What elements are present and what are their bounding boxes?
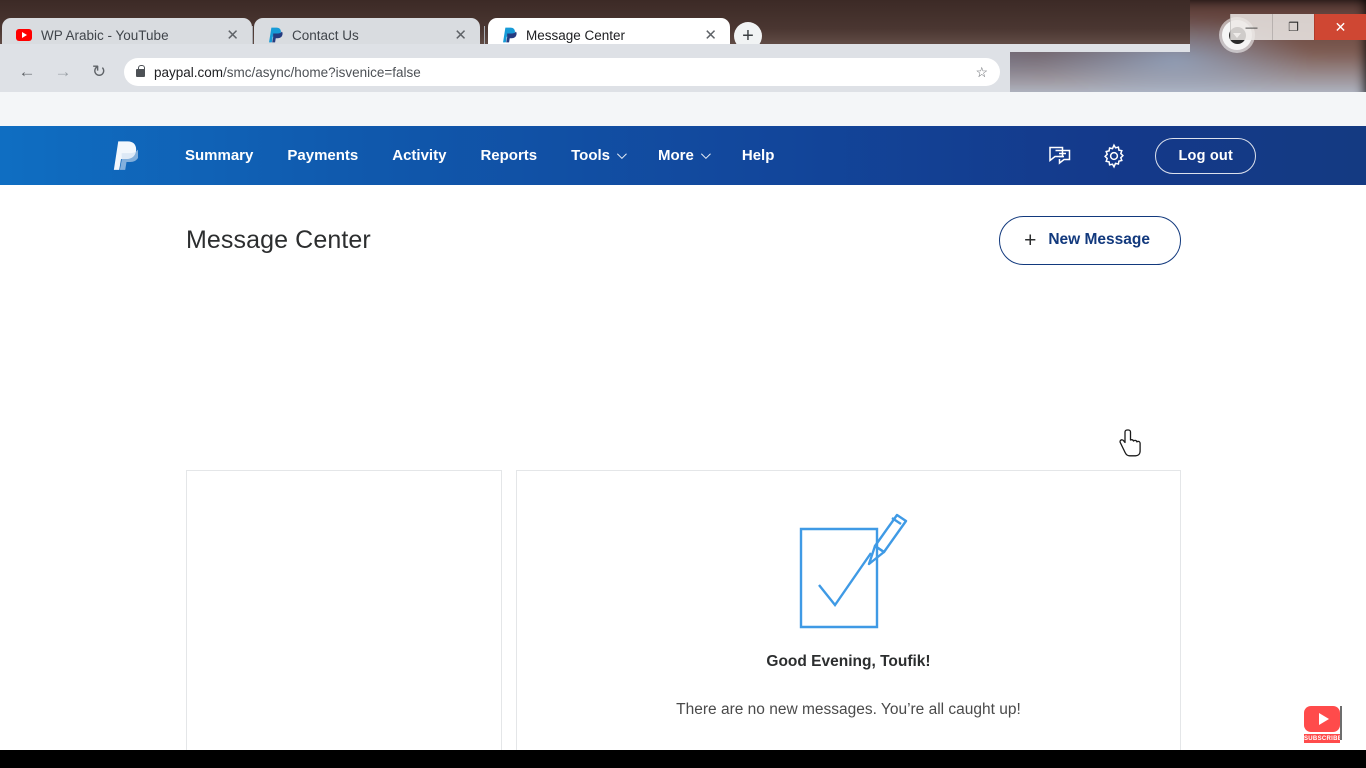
nav-item-payments[interactable]: Payments bbox=[270, 147, 375, 164]
gear-icon[interactable] bbox=[1101, 143, 1127, 169]
notepad-pencil-checkmark-icon bbox=[789, 499, 909, 631]
subscribe-label[interactable]: SUBSCRIBE bbox=[1304, 734, 1342, 743]
greeting-text: Good Evening, Toufik! bbox=[766, 653, 931, 670]
plus-icon: + bbox=[1024, 228, 1037, 252]
message-list-panel[interactable] bbox=[186, 470, 502, 768]
nav-label: Tools bbox=[571, 147, 611, 164]
url-path: /smc/async/home?isvenice=false bbox=[223, 64, 421, 80]
messages-icon[interactable] bbox=[1047, 143, 1073, 169]
new-tab-button[interactable]: + bbox=[734, 22, 762, 50]
nav-label: More bbox=[658, 147, 694, 164]
watermark-divider bbox=[1340, 706, 1342, 740]
nav-item-tools[interactable]: Tools bbox=[554, 147, 641, 164]
paypal-nav-actions: Log out bbox=[1047, 137, 1256, 174]
panels-row: Good Evening, Toufik! There are no new m… bbox=[186, 470, 1181, 768]
paypal-icon bbox=[268, 27, 283, 43]
nav-label: Activity bbox=[392, 147, 447, 164]
message-detail-panel: Good Evening, Toufik! There are no new m… bbox=[516, 470, 1181, 768]
lock-icon bbox=[136, 65, 146, 77]
tab-title: WP Arabic - YouTube bbox=[41, 27, 169, 43]
nav-label: Summary bbox=[185, 147, 254, 164]
logout-button[interactable]: Log out bbox=[1155, 137, 1256, 174]
tab-separator bbox=[484, 26, 485, 44]
chevron-down-icon bbox=[700, 149, 711, 160]
bookmark-star-icon[interactable]: ☆ bbox=[975, 64, 988, 81]
mouse-cursor-hand-icon bbox=[1118, 428, 1144, 458]
chevron-down-icon bbox=[616, 149, 627, 160]
tab-strip: WP Arabic - YouTube ✕ Contact Us ✕ Messa… bbox=[0, 0, 1190, 52]
nav-label: Payments bbox=[287, 147, 359, 164]
nav-label: Reports bbox=[480, 147, 538, 164]
address-bar[interactable]: paypal.com/smc/async/home?isvenice=false… bbox=[124, 58, 1000, 86]
back-icon[interactable]: ← bbox=[10, 55, 44, 89]
main-content: Message Center + New Message Good Evenin… bbox=[0, 185, 1366, 768]
nav-item-help[interactable]: Help bbox=[725, 147, 792, 164]
page-viewport: Summary Payments Activity Reports Tools … bbox=[0, 92, 1366, 768]
minimize-button[interactable]: — bbox=[1230, 14, 1272, 40]
reload-icon[interactable]: ↻ bbox=[82, 55, 116, 89]
maximize-button[interactable]: ❐ bbox=[1272, 14, 1314, 40]
empty-state-message: There are no new messages. You’re all ca… bbox=[676, 701, 1021, 718]
close-icon[interactable]: ✕ bbox=[223, 28, 242, 43]
browser-tab-youtube[interactable]: WP Arabic - YouTube ✕ bbox=[2, 18, 252, 52]
tab-title: Contact Us bbox=[292, 27, 359, 43]
nav-item-activity[interactable]: Activity bbox=[375, 147, 463, 164]
nav-item-summary[interactable]: Summary bbox=[168, 147, 270, 164]
page-title: Message Center bbox=[186, 225, 371, 254]
screen: WP Arabic - YouTube ✕ Contact Us ✕ Messa… bbox=[0, 0, 1366, 768]
paypal-navbar: Summary Payments Activity Reports Tools … bbox=[0, 126, 1366, 185]
bottom-black-bar bbox=[0, 750, 1366, 768]
paypal-logo-icon[interactable] bbox=[112, 140, 140, 171]
close-window-button[interactable]: ✕ bbox=[1314, 14, 1366, 40]
new-message-label: New Message bbox=[1048, 231, 1150, 248]
new-message-button[interactable]: + New Message bbox=[999, 215, 1181, 265]
paypal-icon bbox=[502, 27, 517, 43]
url-text: paypal.com/smc/async/home?isvenice=false bbox=[154, 65, 421, 80]
browser-tab-message-center[interactable]: Message Center ✕ bbox=[488, 18, 730, 52]
page-top-edge bbox=[0, 92, 1366, 126]
browser-window: WP Arabic - YouTube ✕ Contact Us ✕ Messa… bbox=[0, 0, 1366, 768]
browser-toolbar: ← → ↻ paypal.com/smc/async/home?isvenice… bbox=[0, 52, 1010, 92]
close-icon[interactable]: ✕ bbox=[701, 28, 720, 43]
tab-title: Message Center bbox=[526, 27, 626, 43]
close-icon[interactable]: ✕ bbox=[451, 28, 470, 43]
nav-item-reports[interactable]: Reports bbox=[463, 147, 554, 164]
youtube-play-icon bbox=[1304, 706, 1340, 732]
url-domain: paypal.com bbox=[154, 64, 224, 80]
nav-label: Help bbox=[741, 147, 775, 164]
forward-icon[interactable]: → bbox=[46, 55, 80, 89]
paypal-nav-items: Summary Payments Activity Reports Tools … bbox=[168, 147, 791, 164]
browser-tab-contact-us[interactable]: Contact Us ✕ bbox=[254, 18, 480, 52]
nav-item-more[interactable]: More bbox=[641, 147, 725, 164]
tab-separator bbox=[252, 26, 253, 44]
window-controls: — ❐ ✕ bbox=[1230, 14, 1366, 40]
page-header: Message Center + New Message bbox=[186, 210, 1181, 270]
youtube-icon bbox=[16, 29, 32, 41]
youtube-subscribe-watermark[interactable]: SUBSCRIBE bbox=[1304, 706, 1342, 746]
